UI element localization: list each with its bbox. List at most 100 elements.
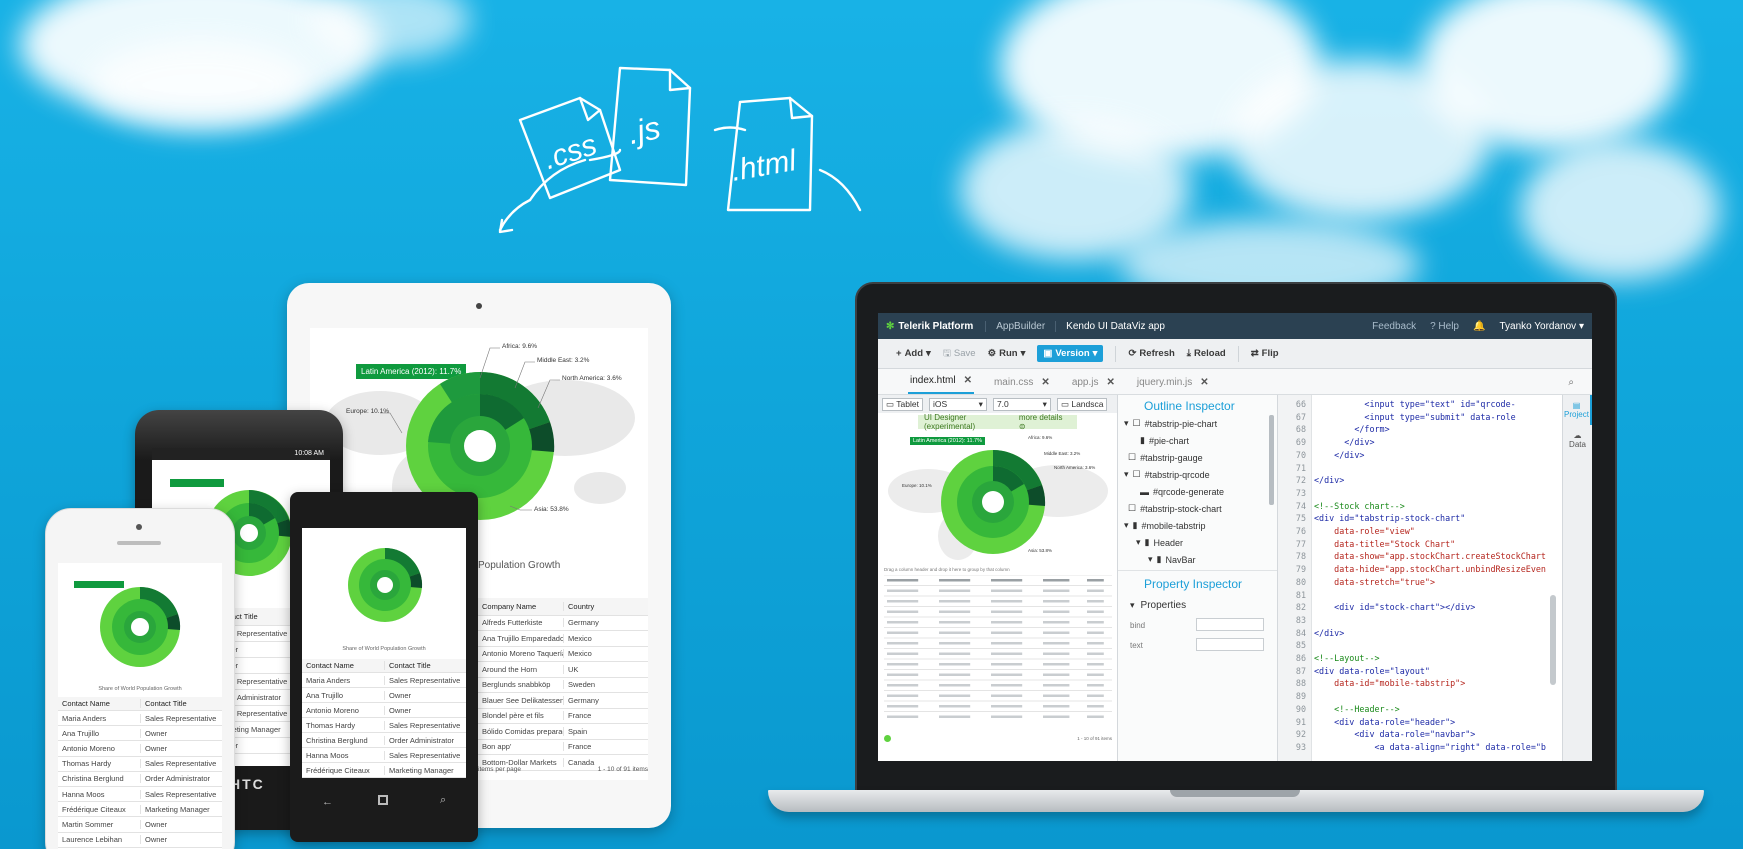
code-line[interactable]: 81 — [1278, 589, 1314, 602]
table-row[interactable]: Frédérique Citeaux Marketing Manager — [302, 763, 466, 778]
feedback-link[interactable]: Feedback — [1372, 321, 1416, 332]
code-line[interactable]: 77 data-title="Stock Chart" — [1278, 538, 1455, 551]
outline-item[interactable]: ▬ #qrcode-generate — [1118, 483, 1277, 500]
version-button[interactable]: ▣ Version ▾ — [1037, 345, 1104, 362]
properties-group[interactable]: ▾ Properties — [1118, 595, 1277, 615]
sunburst-chart[interactable] — [346, 546, 424, 624]
column-header[interactable]: Contact Name — [58, 699, 140, 708]
tab-data[interactable]: ☁ Data — [1563, 425, 1592, 455]
code-line[interactable]: 86 <!--Layout--> — [1278, 652, 1380, 665]
code-line[interactable]: 74 <!--Stock chart--> — [1278, 500, 1405, 513]
table-row[interactable]: Ana Trujillo Owner — [302, 688, 466, 703]
code-line[interactable]: 85 — [1278, 639, 1314, 652]
tab-index-html[interactable]: index.html ✕ — [908, 375, 974, 394]
code-line[interactable]: 67 <input type="submit" data-role — [1278, 411, 1516, 424]
brand-logo[interactable]: ✻ Telerik Platform — [886, 321, 973, 332]
code-line[interactable]: 89 — [1278, 690, 1314, 703]
table-row[interactable]: Thomas Hardy Sales Representative — [58, 757, 222, 772]
windows-icon[interactable] — [378, 795, 388, 805]
reload-button[interactable]: ⤓ Reload — [1187, 348, 1226, 359]
code-line[interactable]: 72 </div> — [1278, 474, 1344, 487]
code-line[interactable]: 71 — [1278, 462, 1314, 475]
table-row[interactable]: Blauer See Delikatessen Germany — [478, 693, 648, 709]
add-button[interactable]: + Add ▾ — [896, 348, 931, 359]
tab-main-css[interactable]: main.css ✕ — [992, 377, 1052, 394]
close-icon[interactable]: ✕ — [1200, 377, 1208, 388]
expand-arrow-icon[interactable]: ▾ — [1124, 469, 1129, 480]
help-link[interactable]: ? Help — [1430, 321, 1459, 332]
outline-item[interactable]: ▾ ☐ #tabstrip-qrcode — [1118, 466, 1277, 483]
tab-project[interactable]: ▤ Project — [1563, 395, 1592, 425]
table-row[interactable]: Ana Trujillo Emparedados y heladosMexico — [478, 631, 648, 647]
table-row[interactable]: Bólido Comidas preparadasSpain — [478, 724, 648, 740]
orientation-toggle[interactable]: ▭ Landsca — [1056, 397, 1108, 411]
code-line[interactable]: 90 <!--Header--> — [1278, 703, 1400, 716]
search-icon[interactable]: ⌕ — [1568, 377, 1574, 394]
code-line[interactable]: 75 <div id="tabstrip-stock-chart" — [1278, 512, 1465, 525]
table-row[interactable]: Ana Trujillo Owner — [58, 726, 222, 742]
column-header[interactable]: Contact Title — [140, 699, 222, 708]
version-select[interactable]: 7.0 ▾ — [992, 397, 1051, 411]
save-button[interactable]: 🖫 Save — [943, 346, 976, 362]
table-row[interactable]: Thomas Hardy Sales Representative — [302, 718, 466, 733]
table-row[interactable]: Berglunds snabbköp Sweden — [478, 678, 648, 693]
table-row[interactable]: Maria Anders Sales Representative — [58, 711, 222, 727]
close-icon[interactable]: ✕ — [1107, 377, 1115, 388]
table-row[interactable]: Christina Berglund Order Administrator — [302, 733, 466, 748]
outline-item[interactable]: ☐ #tabstrip-gauge — [1118, 449, 1277, 466]
column-header[interactable]: Contact Title — [384, 661, 466, 670]
code-line[interactable]: 83 — [1278, 614, 1314, 627]
project-name[interactable]: Kendo UI DataViz app — [1055, 320, 1165, 332]
os-select[interactable]: iOS ▾ — [928, 397, 987, 411]
code-line[interactable]: 80 data-stretch="true"> — [1278, 576, 1435, 589]
table-row[interactable]: Frédérique Citeaux Marketing Manager — [58, 802, 222, 818]
expand-arrow-icon[interactable]: ▾ — [1148, 554, 1153, 565]
outline-item[interactable]: ▾ ▮ Header — [1118, 534, 1277, 551]
pager-current-page[interactable] — [884, 734, 891, 742]
code-line[interactable]: 92 <div data-role="navbar"> — [1278, 728, 1475, 741]
search-icon[interactable]: ⌕ — [440, 794, 446, 807]
outline-item[interactable]: ▾ ▮ #mobile-tabstrip — [1118, 517, 1277, 534]
expand-arrow-icon[interactable]: ▾ — [1124, 520, 1129, 531]
editor-scrollbar[interactable] — [1550, 595, 1556, 685]
code-line[interactable]: 87 <div data-role="layout" — [1278, 665, 1430, 678]
breadcrumb-appbuilder[interactable]: AppBuilder — [985, 320, 1045, 332]
table-row[interactable]: Maria Anders Sales Representative — [302, 673, 466, 688]
tab-jquery-min-js[interactable]: jquery.min.js ✕ — [1135, 377, 1211, 394]
sunburst-chart[interactable] — [938, 447, 1048, 557]
table-row[interactable]: Alfreds Futterkiste Germany — [478, 616, 648, 631]
code-line[interactable]: 73 — [1278, 487, 1314, 500]
code-line[interactable]: 93 <a data-align="right" data-role="b — [1278, 741, 1546, 754]
sunburst-chart[interactable] — [98, 585, 182, 669]
table-row[interactable]: Christina Berglund Order Administrator — [58, 772, 222, 787]
code-line[interactable]: 82 <div id="stock-chart"></div> — [1278, 601, 1475, 614]
back-icon[interactable]: ← — [322, 796, 333, 808]
table-row[interactable]: Laurence Lebihan Owner — [58, 833, 222, 848]
notifications-bell-icon[interactable]: 🔔 — [1473, 321, 1485, 332]
bind-field[interactable] — [1196, 618, 1264, 631]
expand-arrow-icon[interactable]: ▾ — [1124, 418, 1129, 429]
code-line[interactable]: 76 data-role="view" — [1278, 525, 1415, 538]
table-row[interactable]: Antonio Moreno Taquería Mexico — [478, 647, 648, 662]
column-header[interactable]: Country — [563, 601, 648, 611]
code-line[interactable]: 79 data-hide="app.stockChart.unbindResiz… — [1278, 563, 1546, 576]
more-details-link[interactable]: more details ⊜ — [1019, 413, 1071, 431]
close-icon[interactable]: ✕ — [1041, 377, 1049, 388]
table-row[interactable]: Hanna Moos Sales Representative — [302, 748, 466, 763]
code-editor[interactable]: 66 <input type="text" id="qrcode- 67 <inp… — [1278, 395, 1562, 761]
code-line[interactable]: 66 <input type="text" id="qrcode- — [1278, 398, 1516, 411]
code-line[interactable]: 70 </div> — [1278, 449, 1365, 462]
code-line[interactable]: 69 </div> — [1278, 436, 1375, 449]
refresh-button[interactable]: ⟳ Refresh — [1128, 348, 1174, 359]
table-row[interactable]: Antonio Moreno Owner — [58, 741, 222, 757]
outline-item[interactable]: ▾ ▮ NavBar — [1118, 551, 1277, 568]
code-line[interactable]: 88 data-id="mobile-tabstrip"> — [1278, 677, 1465, 690]
run-button[interactable]: ⚙ Run ▾ — [988, 348, 1026, 359]
pager[interactable]: items per page 1 - 10 of 91 items — [478, 766, 648, 773]
table-row[interactable]: Around the Horn UK — [478, 662, 648, 678]
code-line[interactable]: 91 <div data-role="header"> — [1278, 716, 1455, 729]
table-row[interactable]: Bon app' France — [478, 740, 648, 755]
table-row[interactable]: Martin Sommer Owner — [58, 817, 222, 833]
user-menu[interactable]: Tyanko Yordanov ▾ — [1499, 321, 1584, 332]
outline-item[interactable]: ▾ ☐ #tabstrip-pie-chart — [1118, 415, 1277, 432]
